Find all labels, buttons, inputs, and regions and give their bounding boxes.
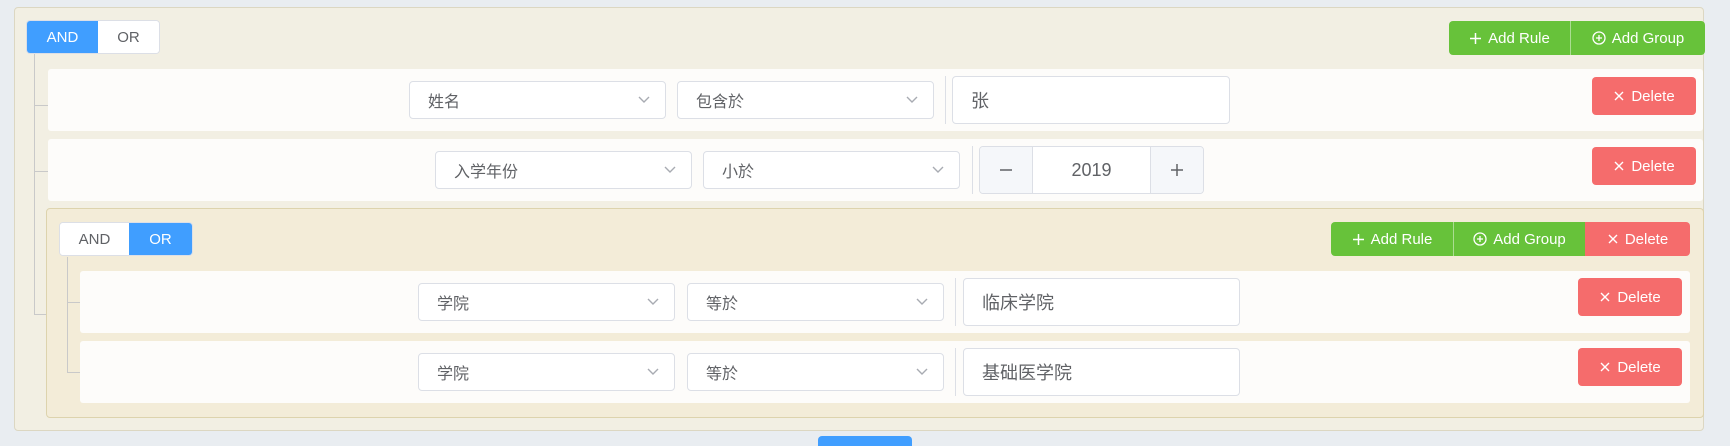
nested-rule-1-delete-button[interactable]: Delete <box>1578 278 1682 316</box>
circle-plus-icon <box>1592 31 1606 45</box>
root-and-option[interactable]: AND <box>27 21 98 53</box>
root-or-option[interactable]: OR <box>97 21 159 53</box>
nested-rule-1-field-select[interactable]: 学院 <box>418 283 675 321</box>
tree-line-root-vertical <box>34 54 35 314</box>
nested-rule-1-separator <box>955 278 956 326</box>
root-add-rule-label: Add Rule <box>1488 29 1550 47</box>
close-icon <box>1614 161 1624 171</box>
nested-add-group-button[interactable]: Add Group <box>1453 222 1585 256</box>
rule-2-separator <box>972 146 973 194</box>
plus-icon <box>1470 32 1482 44</box>
decrement-button[interactable] <box>980 147 1033 193</box>
close-icon <box>1614 91 1624 101</box>
nested-group-actions: Add Rule Add Group Delete <box>1331 222 1690 256</box>
rule-1-field-value: 姓名 <box>428 94 461 111</box>
nested-group-delete-label: Delete <box>1624 230 1669 248</box>
nested-rule-1-value-input[interactable]: 临床学院 <box>963 278 1240 326</box>
nested-rule-2-field-select[interactable]: 学院 <box>418 353 675 391</box>
chevron-down-icon <box>916 368 928 375</box>
increment-button[interactable] <box>1150 147 1203 193</box>
root-add-rule-button[interactable]: Add Rule <box>1449 21 1570 55</box>
nested-rule-1-delete-label: Delete <box>1617 288 1661 306</box>
tree-line-nested-branch-2 <box>67 372 80 373</box>
rule-2-delete-button[interactable]: Delete <box>1592 147 1696 185</box>
nested-rule-2-delete-button[interactable]: Delete <box>1578 348 1682 386</box>
nested-rule-2-operator-select[interactable]: 等於 <box>687 353 944 391</box>
rule-2-operator-select[interactable]: 小於 <box>703 151 960 189</box>
rule-2-operator-value: 小於 <box>722 164 755 181</box>
nested-rule-2-delete-label: Delete <box>1617 358 1661 376</box>
rule-2-field-select[interactable]: 入学年份 <box>435 151 692 189</box>
rule-1-delete-button[interactable]: Delete <box>1592 77 1696 115</box>
rule-2-delete-label: Delete <box>1631 157 1675 175</box>
rule-1-value-input[interactable]: 张 <box>952 76 1230 124</box>
root-add-group-label: Add Group <box>1611 29 1685 47</box>
nested-add-rule-label: Add Rule <box>1370 230 1433 248</box>
nested-group-delete-button[interactable]: Delete <box>1585 222 1690 256</box>
tree-line-nested-vertical <box>67 257 68 373</box>
plus-icon <box>1352 233 1364 245</box>
nested-rule-2-operator-value: 等於 <box>706 366 739 383</box>
nested-rule-1-value-text: 临床学院 <box>982 293 1054 313</box>
rule-1-field-select[interactable]: 姓名 <box>409 81 666 119</box>
nested-conjunction-toggle[interactable]: AND OR <box>59 222 193 256</box>
nested-rule-1-field-value: 学院 <box>437 296 470 313</box>
nested-rule-1-operator-select[interactable]: 等於 <box>687 283 944 321</box>
rule-1-operator-value: 包含於 <box>696 94 745 111</box>
chevron-down-icon <box>906 96 918 103</box>
rule-1-delete-label: Delete <box>1631 87 1675 105</box>
chevron-down-icon <box>638 96 650 103</box>
nested-rule-2-value-text: 基础医学院 <box>982 363 1072 383</box>
nested-and-option[interactable]: AND <box>60 223 129 255</box>
rule-1-value-text: 张 <box>971 91 989 111</box>
rule-1-separator <box>945 76 946 124</box>
nested-rule-1-operator-value: 等於 <box>706 296 739 313</box>
tree-line-root-branch-1 <box>34 105 48 106</box>
nested-rule-2-value-input[interactable]: 基础医学院 <box>963 348 1240 396</box>
close-icon <box>1600 292 1610 302</box>
root-conjunction-toggle[interactable]: AND OR <box>26 20 160 54</box>
chevron-down-icon <box>647 368 659 375</box>
chevron-down-icon <box>664 166 676 173</box>
rule-2-year-stepper[interactable]: 2019 <box>979 146 1204 194</box>
close-icon <box>1600 362 1610 372</box>
circle-plus-icon <box>1473 232 1487 246</box>
root-add-group-button[interactable]: Add Group <box>1570 21 1705 55</box>
rule-1-operator-select[interactable]: 包含於 <box>677 81 934 119</box>
nested-add-group-label: Add Group <box>1493 230 1566 248</box>
nested-or-option[interactable]: OR <box>128 223 192 255</box>
rule-2-field-value: 入学年份 <box>454 164 519 181</box>
tree-line-root-branch-2 <box>34 171 48 172</box>
chevron-down-icon <box>932 166 944 173</box>
nested-add-rule-button[interactable]: Add Rule <box>1331 222 1453 256</box>
close-icon <box>1608 234 1618 244</box>
tree-line-nested-branch-1 <box>67 302 80 303</box>
plus-icon <box>1171 164 1183 176</box>
nested-rule-2-separator <box>955 348 956 396</box>
root-group-actions: Add Rule Add Group <box>1449 21 1705 55</box>
rule-2-year-value[interactable]: 2019 <box>1033 147 1150 193</box>
bottom-action-button[interactable] <box>818 436 912 446</box>
chevron-down-icon <box>647 298 659 305</box>
minus-icon <box>1000 169 1012 171</box>
nested-rule-2-field-value: 学院 <box>437 366 470 383</box>
chevron-down-icon <box>916 298 928 305</box>
